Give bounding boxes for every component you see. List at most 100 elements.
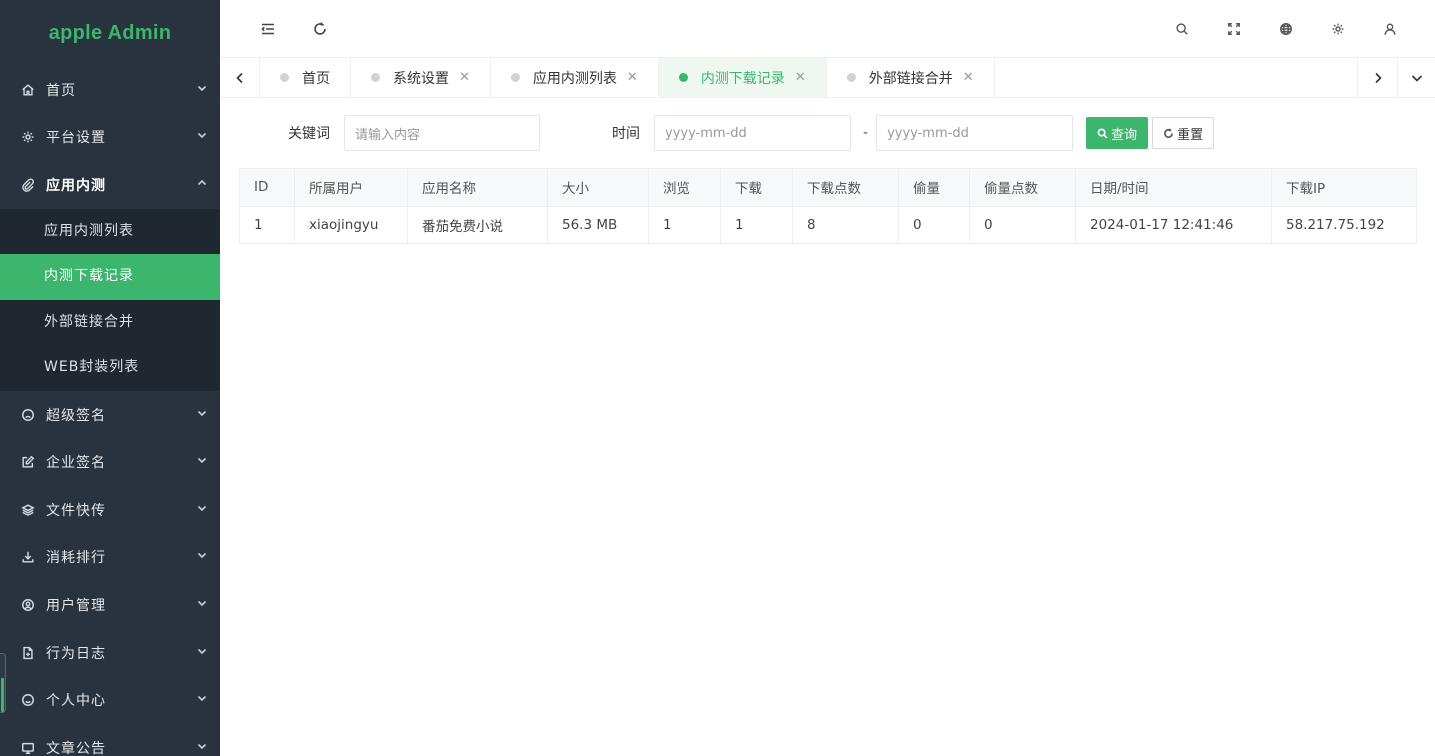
sidebar-item-label: 用户管理 [46, 597, 106, 614]
paperclip-icon [20, 177, 36, 193]
tab-dot [280, 73, 289, 82]
tab-dot [371, 73, 380, 82]
tab-label: 系统设置 [393, 70, 449, 87]
tab-home[interactable]: 首页 [260, 58, 351, 97]
column-header-id: ID [239, 168, 295, 207]
sidebar-item-label: 消耗排行 [46, 550, 106, 567]
date-separator: - [863, 125, 869, 141]
time-label: 时间 [612, 126, 640, 142]
column-header-views: 浏览 [648, 168, 721, 207]
tab-external-link-merge[interactable]: 外部链接合并 ✕ [827, 58, 995, 97]
user-icon[interactable] [1370, 9, 1410, 49]
sidebar-item-personal-center[interactable]: 个人中心 [0, 676, 220, 724]
sidebar-item-app-testing[interactable]: 应用内测 [0, 161, 220, 209]
column-header-size: 大小 [547, 168, 649, 207]
cell-stolen: 0 [898, 205, 970, 244]
menu-fold-icon[interactable] [248, 9, 288, 49]
date-end-input[interactable]: yyyy-mm-dd [876, 115, 1074, 151]
tab-scroll-right-button[interactable] [1357, 58, 1397, 97]
sidebar-item-behavior-log[interactable]: 行为日志 [0, 629, 220, 677]
chevron-down-icon [196, 502, 208, 518]
chevron-down-icon [196, 597, 208, 613]
column-header-download-points: 下载点数 [792, 168, 899, 207]
header-right [1162, 9, 1435, 49]
globe-icon[interactable] [1266, 9, 1306, 49]
user-circle-icon [20, 597, 36, 613]
sidebar-item-label: 超级签名 [46, 407, 106, 424]
tab-dot [510, 73, 520, 82]
tab-menu-dropdown-button[interactable] [1397, 58, 1435, 97]
chevron-down-icon [196, 82, 208, 98]
sidebar-subitem-app-test-list[interactable]: 应用内测列表 [0, 209, 220, 255]
sidebar-subitem-external-link-merge[interactable]: 外部链接合并 [0, 300, 220, 346]
column-header-download-ip: 下载IP [1271, 168, 1417, 207]
column-header-stolen-points: 偷量点数 [969, 168, 1076, 207]
column-header-stolen: 偷量 [898, 168, 970, 207]
sidebar-subitem-web-wrap-list[interactable]: WEB封装列表 [0, 345, 220, 391]
tab-test-download-records[interactable]: 内测下载记录 ✕ [658, 58, 827, 97]
sidebar-item-user-management[interactable]: 用户管理 [0, 581, 220, 629]
keyword-label: 关键词 [288, 126, 330, 142]
chevron-up-icon [196, 177, 208, 193]
sidebar-subitem-test-download-records[interactable]: 内测下载记录 [0, 254, 220, 300]
keyword-input[interactable]: 请输入内容 [344, 115, 540, 151]
tab-label: 首页 [302, 70, 330, 87]
sidebar-item-label: 首页 [46, 82, 76, 99]
sidebar-item-home[interactable]: 首页 [0, 66, 220, 114]
search-button[interactable]: 查询 [1086, 117, 1149, 149]
sidebar-item-platform-settings[interactable]: 平台设置 [0, 114, 220, 162]
cell-stolen-points: 0 [969, 205, 1076, 244]
sidebar-item-label: 文章公告 [46, 740, 106, 756]
sidebar-item-super-signature[interactable]: 超级签名 [0, 391, 220, 439]
download-icon [20, 549, 36, 565]
gear-icon[interactable] [1318, 9, 1358, 49]
sidebar-item-label: 企业签名 [46, 455, 106, 472]
tab-scroll-left-button[interactable] [220, 58, 260, 97]
sidebar-item-label: 应用内测 [46, 177, 106, 194]
tab-system-settings[interactable]: 系统设置 ✕ [351, 58, 491, 97]
sidebar-drag-handle[interactable] [0, 653, 6, 713]
data-table-container: ID 所属用户 应用名称 大小 浏览 下载 下载点数 偷量 偷量点数 日期/时间… [220, 168, 1435, 244]
top-header [220, 0, 1435, 58]
refresh-icon [1164, 128, 1174, 138]
close-icon[interactable]: ✕ [963, 70, 974, 85]
tab-list: 首页 系统设置 ✕ 应用内测列表 ✕ 内测下载记录 ✕ 外部链接合并 ✕ [260, 58, 1357, 97]
search-icon[interactable] [1162, 9, 1202, 49]
edit-icon [20, 454, 36, 470]
column-header-app-name: 应用名称 [407, 168, 548, 207]
sidebar-item-label: 行为日志 [46, 645, 106, 662]
chevron-down-icon [196, 692, 208, 708]
file-plus-icon [20, 645, 36, 661]
sidebar-item-label: 文件快传 [46, 502, 106, 519]
chevron-down-icon [196, 645, 208, 661]
chevron-down-icon [196, 549, 208, 565]
column-header-downloads: 下载 [720, 168, 793, 207]
close-icon[interactable]: ✕ [627, 70, 638, 85]
cell-size: 56.3 MB [547, 205, 649, 244]
tab-label: 外部链接合并 [868, 70, 953, 87]
reset-button-label: 重置 [1177, 127, 1204, 143]
close-icon[interactable]: ✕ [795, 70, 806, 85]
sidebar-item-enterprise-signature[interactable]: 企业签名 [0, 438, 220, 486]
refresh-icon[interactable] [300, 9, 340, 49]
chevron-down-icon [196, 129, 208, 145]
fullscreen-icon[interactable] [1214, 9, 1254, 49]
tab-app-test-list[interactable]: 应用内测列表 ✕ [491, 58, 659, 97]
search-icon [1097, 128, 1108, 138]
sidebar-item-label: 个人中心 [46, 693, 106, 710]
layers-icon [20, 502, 36, 518]
chevron-down-icon [196, 454, 208, 470]
gear-icon [20, 129, 36, 145]
tab-label: 内测下载记录 [700, 70, 785, 87]
column-header-owner: 所属用户 [294, 168, 408, 207]
sidebar-item-announcements[interactable]: 文章公告 [0, 724, 220, 756]
sidebar-item-label: 平台设置 [46, 130, 106, 147]
table-row[interactable]: 1 xiaojingyu 番茄免费小说 56.3 MB 1 1 8 0 0 20… [239, 205, 1417, 244]
cell-downloads: 1 [720, 205, 793, 244]
sidebar-item-consumption-ranking[interactable]: 消耗排行 [0, 534, 220, 582]
download-records-table: ID 所属用户 应用名称 大小 浏览 下载 下载点数 偷量 偷量点数 日期/时间… [239, 168, 1417, 244]
date-start-input[interactable]: yyyy-mm-dd [654, 115, 851, 151]
reset-button[interactable]: 重置 [1152, 117, 1215, 149]
close-icon[interactable]: ✕ [459, 70, 470, 85]
sidebar-item-file-transfer[interactable]: 文件快传 [0, 486, 220, 534]
